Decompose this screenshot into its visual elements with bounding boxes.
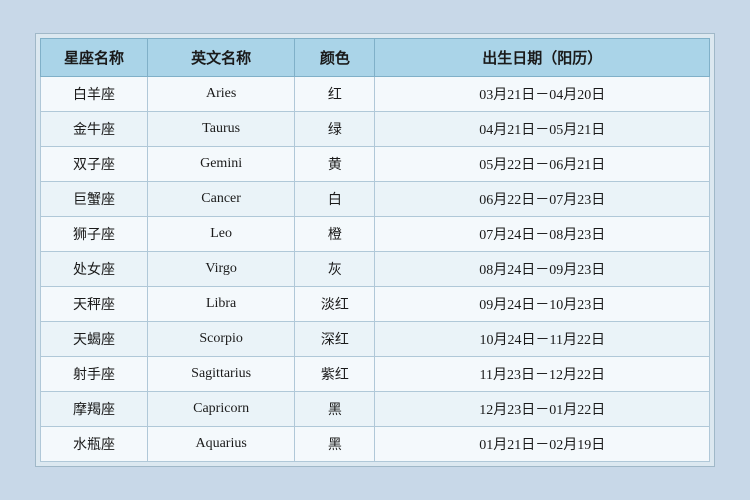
cell-english: Aquarius bbox=[148, 427, 295, 462]
cell-color: 深红 bbox=[295, 322, 375, 357]
cell-chinese: 白羊座 bbox=[41, 77, 148, 112]
cell-color: 红 bbox=[295, 77, 375, 112]
cell-date: 08月24日－09月23日 bbox=[375, 252, 710, 287]
table-row: 射手座Sagittarius紫红11月23日－12月22日 bbox=[41, 357, 710, 392]
cell-color: 紫红 bbox=[295, 357, 375, 392]
cell-english: Taurus bbox=[148, 112, 295, 147]
cell-chinese: 处女座 bbox=[41, 252, 148, 287]
header-color: 颜色 bbox=[295, 39, 375, 77]
cell-date: 04月21日－05月21日 bbox=[375, 112, 710, 147]
cell-chinese: 射手座 bbox=[41, 357, 148, 392]
cell-english: Gemini bbox=[148, 147, 295, 182]
zodiac-table: 星座名称 英文名称 颜色 出生日期（阳历） 白羊座Aries红03月21日－04… bbox=[40, 38, 710, 462]
table-row: 巨蟹座Cancer白06月22日－07月23日 bbox=[41, 182, 710, 217]
table-row: 天蝎座Scorpio深红10月24日－11月22日 bbox=[41, 322, 710, 357]
table-row: 金牛座Taurus绿04月21日－05月21日 bbox=[41, 112, 710, 147]
zodiac-table-container: 星座名称 英文名称 颜色 出生日期（阳历） 白羊座Aries红03月21日－04… bbox=[35, 33, 715, 467]
cell-color: 淡红 bbox=[295, 287, 375, 322]
cell-date: 12月23日－01月22日 bbox=[375, 392, 710, 427]
table-row: 天秤座Libra淡红09月24日－10月23日 bbox=[41, 287, 710, 322]
table-row: 狮子座Leo橙07月24日－08月23日 bbox=[41, 217, 710, 252]
cell-color: 灰 bbox=[295, 252, 375, 287]
cell-date: 05月22日－06月21日 bbox=[375, 147, 710, 182]
cell-english: Libra bbox=[148, 287, 295, 322]
cell-english: Cancer bbox=[148, 182, 295, 217]
cell-date: 07月24日－08月23日 bbox=[375, 217, 710, 252]
cell-chinese: 水瓶座 bbox=[41, 427, 148, 462]
cell-chinese: 天蝎座 bbox=[41, 322, 148, 357]
cell-english: Capricorn bbox=[148, 392, 295, 427]
table-row: 水瓶座Aquarius黑01月21日－02月19日 bbox=[41, 427, 710, 462]
header-english: 英文名称 bbox=[148, 39, 295, 77]
cell-chinese: 双子座 bbox=[41, 147, 148, 182]
cell-chinese: 巨蟹座 bbox=[41, 182, 148, 217]
cell-chinese: 金牛座 bbox=[41, 112, 148, 147]
table-row: 处女座Virgo灰08月24日－09月23日 bbox=[41, 252, 710, 287]
cell-date: 03月21日－04月20日 bbox=[375, 77, 710, 112]
header-date: 出生日期（阳历） bbox=[375, 39, 710, 77]
cell-date: 09月24日－10月23日 bbox=[375, 287, 710, 322]
cell-english: Aries bbox=[148, 77, 295, 112]
table-row: 白羊座Aries红03月21日－04月20日 bbox=[41, 77, 710, 112]
cell-color: 橙 bbox=[295, 217, 375, 252]
cell-chinese: 天秤座 bbox=[41, 287, 148, 322]
cell-color: 绿 bbox=[295, 112, 375, 147]
cell-date: 10月24日－11月22日 bbox=[375, 322, 710, 357]
table-row: 双子座Gemini黄05月22日－06月21日 bbox=[41, 147, 710, 182]
table-header-row: 星座名称 英文名称 颜色 出生日期（阳历） bbox=[41, 39, 710, 77]
cell-date: 11月23日－12月22日 bbox=[375, 357, 710, 392]
table-row: 摩羯座Capricorn黑12月23日－01月22日 bbox=[41, 392, 710, 427]
cell-english: Leo bbox=[148, 217, 295, 252]
header-chinese: 星座名称 bbox=[41, 39, 148, 77]
cell-chinese: 摩羯座 bbox=[41, 392, 148, 427]
cell-english: Scorpio bbox=[148, 322, 295, 357]
cell-color: 白 bbox=[295, 182, 375, 217]
cell-chinese: 狮子座 bbox=[41, 217, 148, 252]
cell-date: 01月21日－02月19日 bbox=[375, 427, 710, 462]
cell-english: Sagittarius bbox=[148, 357, 295, 392]
cell-color: 黑 bbox=[295, 427, 375, 462]
cell-date: 06月22日－07月23日 bbox=[375, 182, 710, 217]
cell-english: Virgo bbox=[148, 252, 295, 287]
cell-color: 黄 bbox=[295, 147, 375, 182]
cell-color: 黑 bbox=[295, 392, 375, 427]
